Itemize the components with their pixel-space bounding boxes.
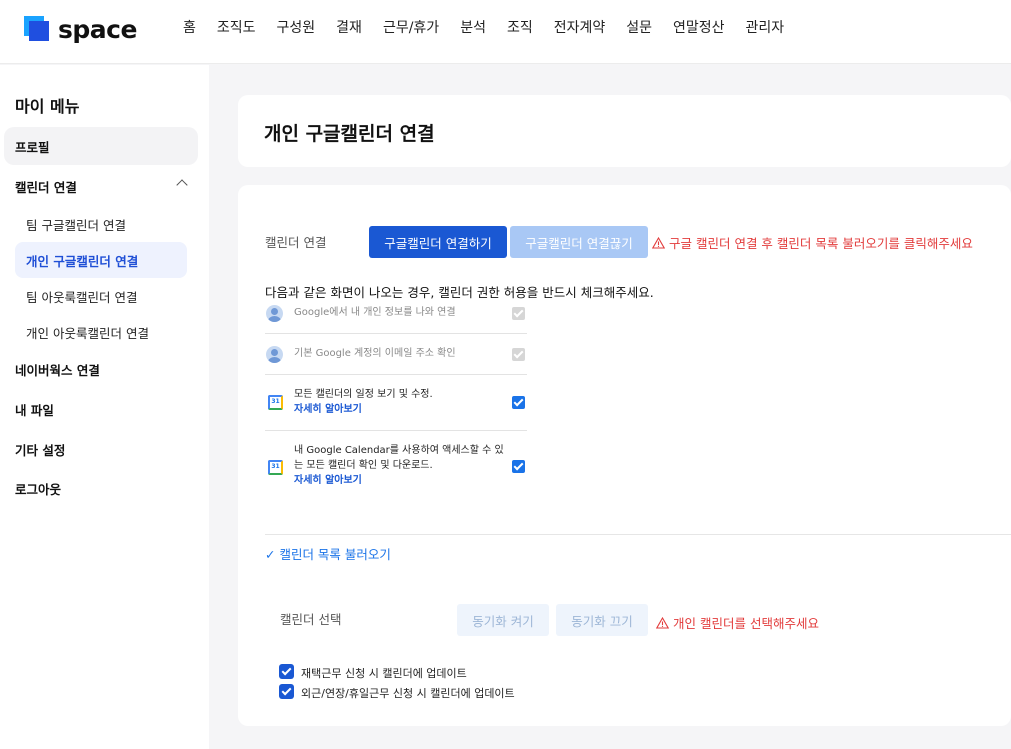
sync-off-button[interactable]: 동기화 끄기 [556,604,648,636]
menu-work-leave[interactable]: 근무/휴가 [383,18,439,38]
sidebar-item-personal-google-calendar[interactable]: 개인 구글캘린더 연결 [15,242,187,278]
sidebar-item-personal-outlook-calendar[interactable]: 개인 아웃룩캘린더 연결 [15,314,187,350]
sidebar-item-label: 캘린더 연결 [15,179,77,195]
sidebar: 마이 메뉴 프로필 캘린더 연결 팀 구글캘린더 연결 개인 구글캘린더 연결 … [0,65,209,749]
permission-row: 31 모든 캘린더의 일정 보기 및 수정. 자세히 알아보기 [265,375,527,431]
permission-checkbox-checked[interactable] [512,396,525,409]
learn-more-link[interactable]: 자세히 알아보기 [294,473,504,488]
remote-work-update-checkbox[interactable] [279,664,294,679]
top-navigation-bar: space 홈 조직도 구성원 결재 근무/휴가 분석 조직 전자계약 설문 연… [0,0,1011,64]
sidebar-item-calendar-connect[interactable]: 캘린더 연결 [4,167,198,205]
page-title-card: 개인 구글캘린더 연결 [238,95,1011,167]
select-warning: 개인 캘린더를 선택해주세요 [656,613,819,632]
google-calendar-icon: 31 [268,395,283,410]
permission-text: 기본 Google 계정의 이메일 주소 확인 [294,348,456,359]
main-menu: 홈 조직도 구성원 결재 근무/휴가 분석 조직 전자계약 설문 연말정산 관리… [183,18,805,38]
logo-text: space [58,14,137,44]
learn-more-link[interactable]: 자세히 알아보기 [294,402,433,417]
menu-year-end-tax[interactable]: 연말정산 [673,18,725,38]
sidebar-item-profile[interactable]: 프로필 [4,127,198,165]
select-warning-text: 개인 캘린더를 선택해주세요 [673,616,819,631]
disconnect-google-calendar-button[interactable]: 구글캘린더 연결끊기 [510,226,648,258]
menu-analytics[interactable]: 분석 [460,18,486,38]
connect-warning-text: 구글 캘린더 연결 후 캘린더 목록 불러오기를 클릭해주세요 [669,236,973,251]
menu-admin[interactable]: 관리자 [746,18,785,38]
permission-row: Google에서 내 개인 정보를 나와 연결 [265,302,527,334]
permission-notice: 다음과 같은 화면이 나오는 경우, 캘린더 권한 허용을 반드시 체크해주세요… [265,285,654,300]
permission-checkbox-disabled [512,348,525,361]
permission-row: 기본 Google 계정의 이메일 주소 확인 [265,334,527,375]
sync-on-button[interactable]: 동기화 켜기 [457,604,549,636]
calendar-select-label: 캘린더 선택 [280,612,342,627]
menu-organization[interactable]: 조직 [507,18,533,38]
menu-org-chart[interactable]: 조직도 [217,18,256,38]
connect-warning: 구글 캘린더 연결 후 캘린더 목록 불러오기를 클릭해주세요 [652,233,973,252]
space-logo[interactable]: space [24,14,137,44]
chevron-up-icon[interactable] [176,179,188,191]
connect-google-calendar-button[interactable]: 구글캘린더 연결하기 [369,226,507,258]
sidebar-item-my-files[interactable]: 내 파일 [4,390,198,428]
remote-work-update-label: 재택근무 신청 시 캘린더에 업데이트 [301,667,467,680]
account-avatar-icon [266,346,283,363]
menu-approval[interactable]: 결재 [336,18,362,38]
warning-icon [652,236,665,249]
sidebar-title: 마이 메뉴 [15,97,80,116]
section-divider [265,534,1011,535]
menu-survey[interactable]: 설문 [626,18,652,38]
permission-text: 모든 캘린더의 일정 보기 및 수정. 자세히 알아보기 [294,389,433,417]
menu-members[interactable]: 구성원 [277,18,316,38]
logo-mark-icon [24,16,50,42]
warning-icon [656,616,669,629]
calendar-connect-label: 캘린더 연결 [265,235,327,250]
permission-checkbox-disabled [512,307,525,320]
page-title: 개인 구글캘린더 연결 [264,123,435,145]
account-avatar-icon [266,305,283,322]
sidebar-item-team-outlook-calendar[interactable]: 팀 아웃룩캘린더 연결 [15,278,187,314]
permission-row: 31 내 Google Calendar를 사용하여 액세스할 수 있 는 모든… [265,431,527,496]
sidebar-item-team-google-calendar[interactable]: 팀 구글캘린더 연결 [15,206,187,242]
sidebar-item-naverworks[interactable]: 네이버웍스 연결 [4,350,198,388]
permission-text: 내 Google Calendar를 사용하여 액세스할 수 있 는 모든 캘린… [294,445,504,488]
menu-home[interactable]: 홈 [183,18,196,38]
outside-work-update-checkbox[interactable] [279,684,294,699]
load-calendar-list-link[interactable]: ✓ 캘린더 목록 불러오기 [265,544,391,563]
permission-text: Google에서 내 개인 정보를 나와 연결 [294,307,456,318]
menu-e-contract[interactable]: 전자계약 [554,18,606,38]
sidebar-item-other-settings[interactable]: 기타 설정 [4,430,198,468]
outside-work-update-label: 외근/연장/휴일근무 신청 시 캘린더에 업데이트 [301,687,515,700]
google-calendar-icon: 31 [268,460,283,475]
permission-checkbox-checked[interactable] [512,460,525,473]
sidebar-item-logout[interactable]: 로그아웃 [4,469,198,507]
